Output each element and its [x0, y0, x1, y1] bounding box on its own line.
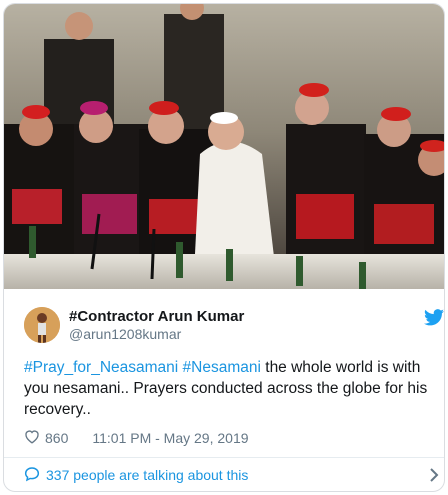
user-handle[interactable]: @arun1208kumar: [69, 326, 181, 342]
divider: [4, 457, 444, 458]
avatar-image: [24, 307, 60, 343]
tweet-card[interactable]: #Contractor Arun Kumar @arun1208kumar #P…: [3, 3, 445, 492]
display-name[interactable]: #Contractor Arun Kumar: [69, 308, 244, 325]
heart-icon[interactable]: [24, 429, 40, 447]
avatar[interactable]: [24, 307, 60, 343]
tweet-timestamp[interactable]: 11:01 PM - May 29, 2019: [92, 430, 248, 446]
twitter-bird-icon[interactable]: [424, 309, 444, 326]
hashtag-link[interactable]: #Pray_for_Neasamani: [24, 359, 178, 376]
conversation-label: 337 people are talking about this: [46, 467, 249, 483]
hashtag-link[interactable]: #Nesamani: [183, 359, 261, 376]
tweet-header: #Contractor Arun Kumar @arun1208kumar: [4, 289, 444, 351]
speech-bubble-icon: [24, 466, 40, 485]
conversation-link[interactable]: 337 people are talking about this: [24, 464, 248, 486]
chevron-right-icon[interactable]: [428, 465, 440, 485]
tweet-photo[interactable]: [4, 4, 444, 289]
like-count[interactable]: 860: [45, 430, 68, 446]
tweet-text: #Pray_for_Neasamani #Nesamani the whole …: [24, 357, 434, 420]
photo-clergy-praying: [4, 4, 444, 289]
tweet-meta: 860 11:01 PM - May 29, 2019: [24, 428, 249, 448]
